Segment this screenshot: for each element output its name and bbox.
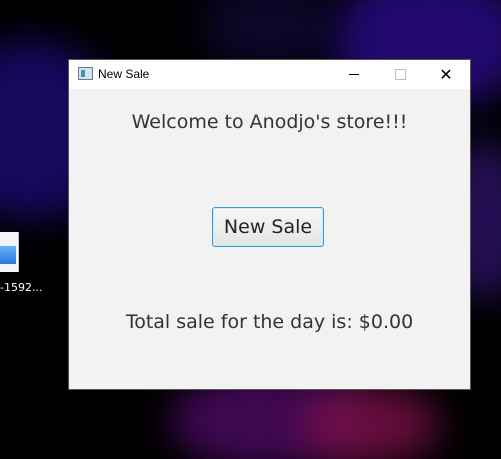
total-sale-label: Total sale for the day is: $0.00 <box>125 311 414 333</box>
desktop-file-icon[interactable] <box>0 232 24 274</box>
welcome-message: Welcome to Anodjo's store!!! <box>131 111 408 133</box>
close-button[interactable]: ✕ <box>423 60 469 89</box>
minimize-icon <box>349 74 359 75</box>
maximize-icon <box>394 69 406 80</box>
wallpaper-shape <box>300 385 440 459</box>
desktop-file-label[interactable]: -1592... <box>0 281 42 294</box>
close-icon: ✕ <box>439 64 453 84</box>
maximize-button[interactable] <box>377 60 423 89</box>
app-icon <box>78 67 93 80</box>
minimize-button[interactable] <box>331 60 377 89</box>
image-icon <box>0 246 16 264</box>
new-sale-button[interactable]: New Sale <box>212 207 324 247</box>
new-sale-window: New Sale ✕ Welcome to Anodjo's store!!! … <box>69 60 470 389</box>
window-titlebar[interactable]: New Sale ✕ <box>69 60 470 89</box>
window-title: New Sale <box>98 67 150 81</box>
